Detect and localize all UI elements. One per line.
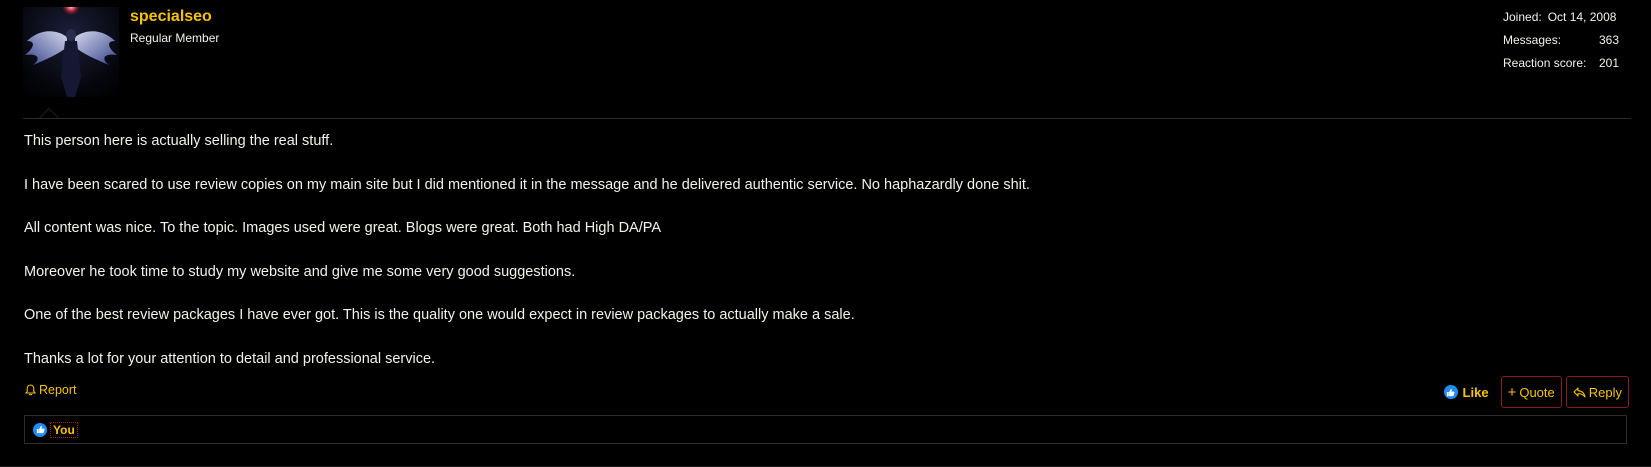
message-actions: Report Like + Quote Reply: [23, 376, 1629, 410]
reaction-user-link[interactable]: You: [50, 421, 78, 438]
message-paragraph: Moreover he took time to study my websit…: [24, 263, 576, 280]
thumbs-up-icon: [1443, 385, 1458, 399]
stat-joined-value: Oct 14, 2008: [1547, 10, 1617, 24]
message-paragraph: All content was nice. To the topic. Imag…: [24, 220, 662, 236]
quote-button[interactable]: + Quote: [1500, 376, 1562, 408]
header-divider: [23, 118, 1631, 119]
stat-messages-value[interactable]: 363: [1599, 32, 1619, 55]
message-paragraph: This person here is actually selling the…: [24, 133, 334, 149]
user-title: Regular Member: [130, 31, 220, 45]
bell-icon: [25, 384, 36, 396]
plus-icon: +: [1507, 383, 1517, 401]
like-label: Like: [1462, 384, 1489, 400]
reply-arrow-icon: [1573, 386, 1586, 398]
like-button[interactable]: Like: [1436, 376, 1497, 408]
user-stats: Joined: Oct 14, 2008 Messages: 363 React…: [1503, 9, 1619, 78]
reply-label: Reply: [1588, 384, 1622, 400]
stat-joined: Joined: Oct 14, 2008: [1503, 9, 1619, 32]
message-paragraph: One of the best review packages I have e…: [24, 307, 855, 323]
thumbs-up-icon: [33, 422, 47, 437]
report-button[interactable]: Report: [25, 383, 77, 397]
stat-reaction-score: Reaction score: 201: [1503, 55, 1619, 78]
report-label: Report: [39, 383, 77, 397]
message-post: specialseo Regular Member Joined: Oct 14…: [0, 0, 1651, 467]
stat-reaction-value: 201: [1598, 56, 1619, 70]
message-paragraph: Thanks a lot for your attention to detai…: [24, 350, 436, 367]
stat-messages: Messages: 363: [1503, 32, 1619, 55]
message-body: This person here is actually selling the…: [24, 131, 1624, 392]
post-controls: Like + Quote Reply: [1436, 376, 1629, 408]
reply-button[interactable]: Reply: [1565, 376, 1629, 408]
angel-wings-icon: [25, 7, 117, 97]
stat-joined-label: Joined:: [1503, 10, 1542, 24]
message-paragraph: I have been scared to use review copies …: [24, 176, 1030, 193]
username-link[interactable]: specialseo: [130, 8, 212, 26]
stat-messages-label: Messages:: [1503, 33, 1562, 47]
reactions-bar: You: [24, 415, 1627, 444]
quote-label: Quote: [1519, 384, 1555, 400]
user-arrow: [39, 108, 59, 118]
avatar[interactable]: [23, 7, 119, 97]
stat-reaction-label: Reaction score:: [1503, 56, 1587, 70]
